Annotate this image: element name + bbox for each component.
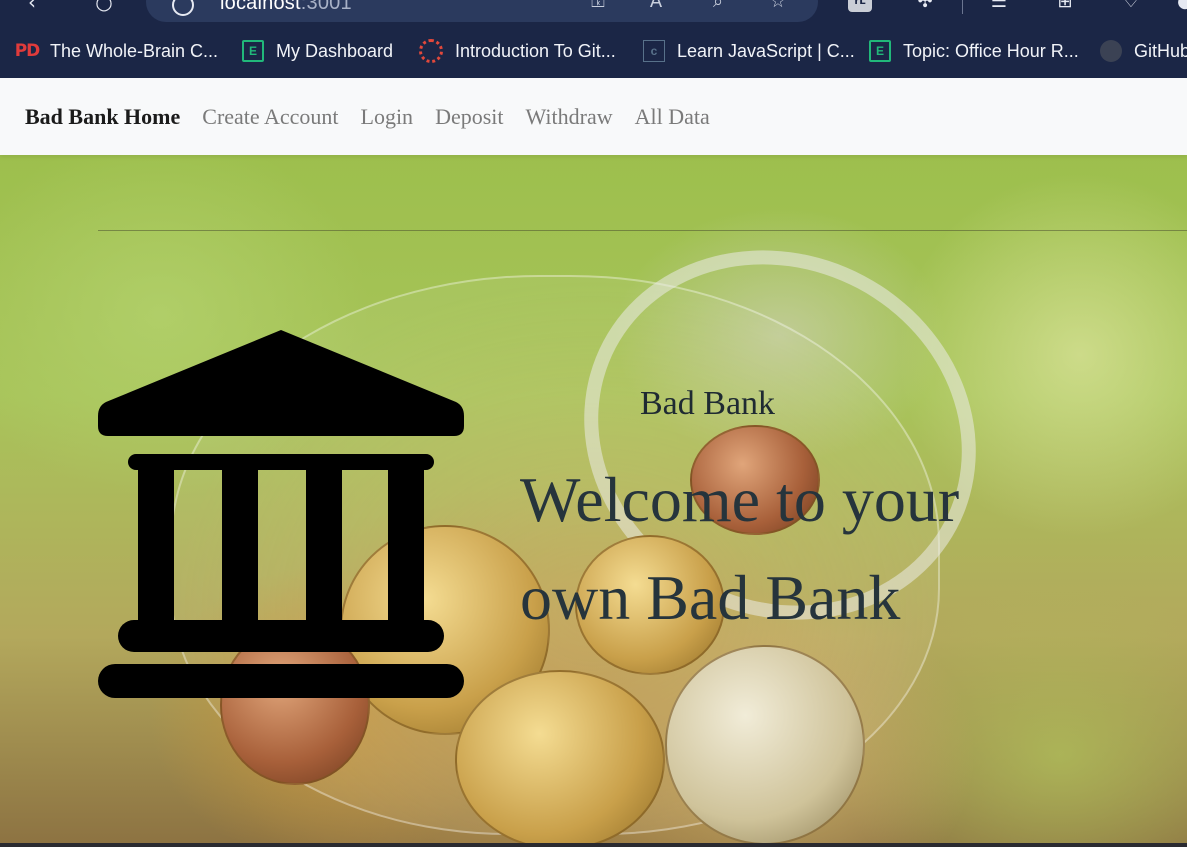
bookmarks-bar: PD The Whole-Brain C... E My Dashboard I…: [0, 24, 1187, 78]
read-aloud-icon[interactable]: A: [644, 0, 668, 14]
zoom-icon[interactable]: ⌕: [706, 0, 730, 14]
address-bar[interactable]: localhost:3001 ⚿ A ⌕ ☆: [146, 0, 818, 22]
bookmark-intro-git[interactable]: Introduction To Git...: [419, 38, 616, 64]
hero-section: Bad Bank Welcome to your own Bad Bank: [0, 155, 1187, 843]
collections-icon[interactable]: ⊞: [1052, 0, 1078, 14]
bookmark-learn-javascript[interactable]: c Learn JavaScript | C...: [643, 38, 855, 64]
bookmark-label: My Dashboard: [276, 40, 394, 61]
toolbar-divider: [962, 0, 963, 14]
brand-home-link[interactable]: Bad Bank Home: [25, 104, 180, 130]
hero-subtitle: Bad Bank: [640, 385, 776, 422]
pd-icon: PD: [14, 41, 41, 61]
bookmark-label: Topic: Office Hour R...: [903, 40, 1079, 61]
nav-login[interactable]: Login: [361, 104, 414, 130]
refresh-icon[interactable]: ○: [92, 0, 116, 14]
bookmark-label: Introduction To Git...: [455, 40, 616, 61]
key-icon[interactable]: ⚿: [586, 0, 610, 14]
bookmark-label: The Whole-Brain C...: [50, 40, 219, 61]
url-host: localhost: [220, 0, 301, 14]
nav-withdraw[interactable]: Withdraw: [526, 104, 613, 130]
github-icon: [1100, 40, 1122, 62]
e-square-icon: E: [242, 40, 264, 62]
extension-badge-icon[interactable]: rL: [848, 0, 872, 12]
nav-deposit[interactable]: Deposit: [435, 104, 503, 130]
performance-icon[interactable]: ♡: [1118, 0, 1144, 14]
bookmark-github[interactable]: GitHub: [1100, 38, 1187, 64]
bottom-edge: [0, 843, 1187, 847]
url-text[interactable]: localhost:3001: [220, 0, 352, 15]
app-navbar: Bad Bank Home Create Account Login Depos…: [0, 78, 1187, 155]
hero-divider: [98, 230, 1187, 231]
bookmark-whole-brain[interactable]: PD The Whole-Brain C...: [14, 38, 219, 64]
coin: [665, 645, 865, 843]
bookmark-office-hour[interactable]: E Topic: Office Hour R...: [869, 38, 1079, 64]
hero-title: Welcome to your own Bad Bank: [520, 464, 960, 633]
canvas-icon: [419, 39, 443, 63]
bookmark-label: GitHub: [1134, 40, 1187, 61]
favorites-list-icon[interactable]: ☰: [986, 0, 1012, 14]
back-icon[interactable]: ‹: [20, 0, 44, 14]
url-port: :3001: [300, 0, 352, 14]
nav-create-account[interactable]: Create Account: [202, 104, 338, 130]
bookmark-my-dashboard[interactable]: E My Dashboard: [242, 38, 393, 64]
info-icon[interactable]: [172, 0, 194, 16]
nav-all-data[interactable]: All Data: [635, 104, 710, 130]
browser-toolbar: ‹ ○ localhost:3001 ⚿ A ⌕ ☆ rL ✣ ☰ ⊞ ♡ ●: [0, 0, 1187, 24]
extensions-puzzle-icon[interactable]: ✣: [912, 0, 938, 14]
bank-icon: [98, 330, 464, 698]
codecademy-icon: c: [643, 40, 665, 62]
e-square-icon: E: [869, 40, 891, 62]
favorite-star-icon[interactable]: ☆: [766, 0, 790, 14]
bookmark-label: Learn JavaScript | C...: [677, 40, 855, 61]
coin: [455, 670, 665, 843]
profile-icon[interactable]: ●: [1172, 0, 1187, 14]
